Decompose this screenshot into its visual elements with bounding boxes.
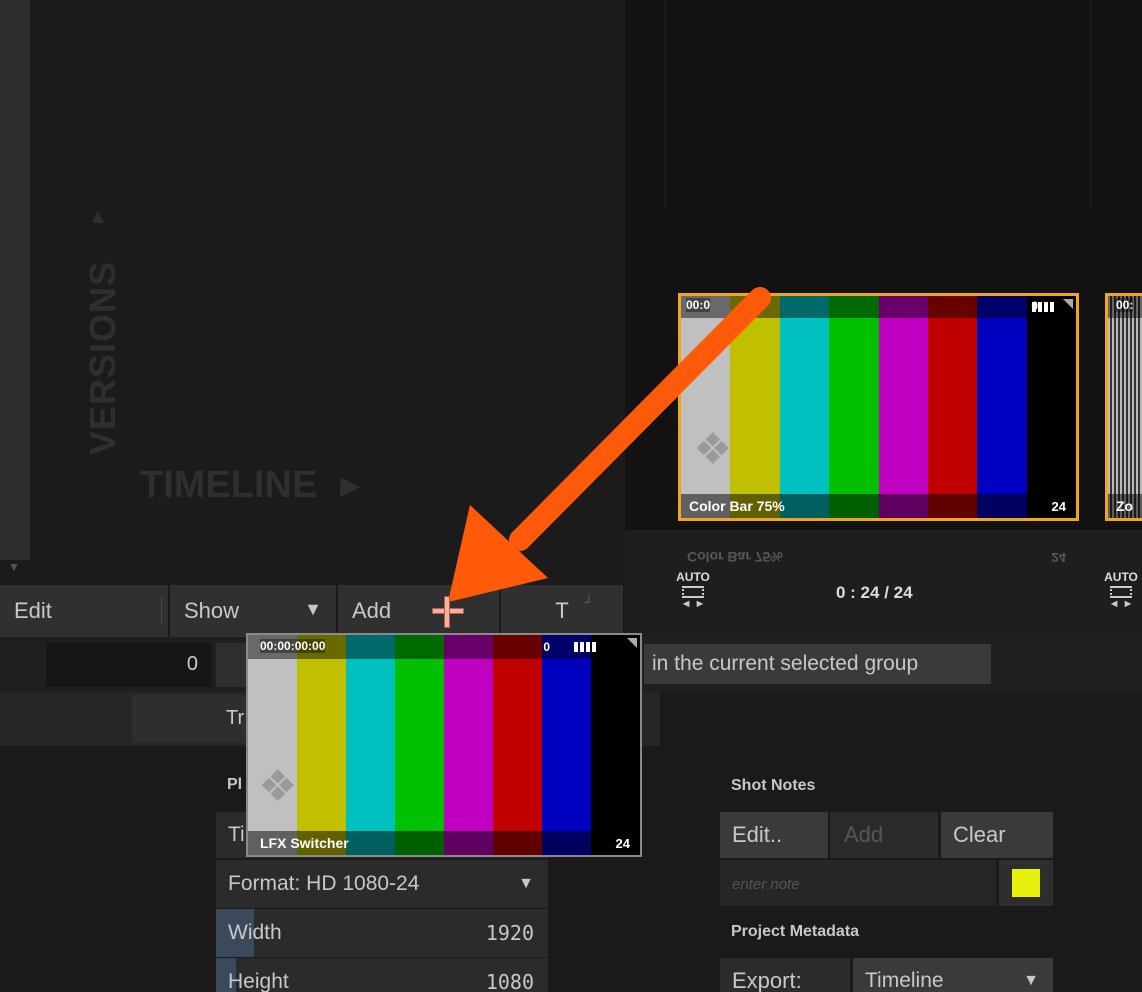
panel-scroll-strip[interactable] xyxy=(0,0,30,560)
clip-reflection: Color Bar 75% 24 xyxy=(681,545,1076,567)
edit-menu-button[interactable]: Edit xyxy=(0,585,170,637)
collapse-arrow-icon[interactable]: ▼ xyxy=(8,560,20,574)
film-icon xyxy=(682,586,704,598)
color-bar xyxy=(730,296,780,518)
film-icon xyxy=(1110,586,1132,598)
show-menu-button[interactable]: Show ▼ xyxy=(170,585,338,637)
width-label: Width xyxy=(228,921,282,944)
frame-counter: 0 : 24 / 24 xyxy=(836,583,913,602)
clip-thumbnail-selected[interactable]: 00:0 0 ❖ Color Bar 75% 24 xyxy=(678,293,1079,521)
move-cursor-icon xyxy=(430,594,466,630)
auto-label: AUTO xyxy=(1104,570,1138,584)
export-select[interactable]: Timeline ▼ xyxy=(853,958,1053,992)
color-bar xyxy=(927,296,978,518)
auto-fit-button[interactable]: AUTO ◄ ► xyxy=(1096,570,1142,610)
toolbar: Edit Show ▼ Add T ┘ xyxy=(0,585,625,637)
export-label: Export: xyxy=(720,958,850,992)
triangle-right-icon: ▶ xyxy=(340,470,360,500)
dragged-clip-thumbnail[interactable]: 00:00:00:00 0 ❖ LFX Switcher 24 xyxy=(246,633,642,857)
color-bar xyxy=(591,635,640,855)
signal-bars-icon xyxy=(574,642,596,652)
add-label: Add xyxy=(352,598,392,623)
note-input[interactable]: enter note xyxy=(720,860,996,906)
color-bars xyxy=(248,635,640,855)
height-value: 1080 xyxy=(485,970,534,992)
auto-fit-button[interactable]: AUTO ◄ ► xyxy=(668,570,718,610)
clip-timecode: 00: xyxy=(1116,298,1134,312)
versions-tab-label[interactable]: VERSIONS xyxy=(82,261,124,455)
clip-frame-count: 24 xyxy=(1051,499,1066,514)
color-bar xyxy=(444,635,493,855)
format-select-label: Format: HD 1080-24 xyxy=(228,872,420,895)
clip-flag: 0 xyxy=(543,640,550,654)
color-bars xyxy=(681,296,1076,518)
clip-name: Zo xyxy=(1116,498,1134,514)
color-bar xyxy=(878,296,928,518)
color-bar xyxy=(1026,296,1076,518)
chevron-down-icon: ▼ xyxy=(518,875,534,892)
clip-timecode: 00:00:00:00 xyxy=(260,639,326,653)
export-select-label: Timeline xyxy=(865,969,944,992)
title-field-label: Ti xyxy=(228,823,245,846)
clip-frame-count: 24 xyxy=(615,836,630,851)
chevron-down-icon: ▼ xyxy=(1023,972,1039,989)
clip-name: Color Bar 75% xyxy=(689,498,785,514)
resize-arrows-icon: ◄ ► xyxy=(1108,598,1134,610)
corner-mark: ┘ xyxy=(584,595,593,609)
group-number-field[interactable]: 0 xyxy=(46,643,212,687)
puzzle-icon: ❖ xyxy=(258,762,298,811)
color-bar xyxy=(346,635,395,855)
width-value: 1920 xyxy=(485,921,534,945)
color-bar xyxy=(829,296,879,518)
auto-label: AUTO xyxy=(676,570,710,584)
versions-panel: ▼ ▲ VERSIONS TIMELINE ▶ xyxy=(0,0,625,585)
add-note-button[interactable]: Add xyxy=(830,812,938,858)
note-color-swatch[interactable] xyxy=(1012,869,1040,897)
color-bar xyxy=(493,635,542,855)
edit-notes-button[interactable]: Edit.. xyxy=(720,812,828,858)
color-bar xyxy=(681,296,731,518)
add-button[interactable]: Add xyxy=(338,585,501,637)
corner-fold-icon xyxy=(627,638,637,648)
t-button[interactable]: T ┘ xyxy=(501,585,625,637)
width-field[interactable]: Width 1920 xyxy=(216,909,548,957)
color-bar xyxy=(395,635,444,855)
chevron-down-icon: ▼ xyxy=(304,599,322,619)
show-menu-label: Show xyxy=(184,598,240,623)
format-select[interactable]: Format: HD 1080-24 ▼ xyxy=(216,860,548,908)
signal-bars-icon xyxy=(1032,302,1054,312)
clip-timecode: 00:0 xyxy=(686,298,711,312)
clip-name: LFX Switcher xyxy=(260,835,349,851)
divider xyxy=(665,0,666,210)
properties-title: Pl xyxy=(227,776,243,793)
divider xyxy=(161,597,162,623)
color-bar xyxy=(297,635,346,855)
divider xyxy=(1090,0,1091,210)
color-bar xyxy=(542,635,591,855)
resize-arrows-icon: ◄ ► xyxy=(680,598,706,610)
clip-reflection-frames: 24 xyxy=(1051,550,1066,565)
edit-menu-label: Edit xyxy=(14,598,52,623)
color-bar xyxy=(977,296,1027,518)
t-label: T xyxy=(555,598,569,623)
height-label: Height xyxy=(228,970,289,992)
height-field[interactable]: Height 1080 xyxy=(216,958,548,992)
triangle-up-icon: ▲ xyxy=(88,206,108,228)
clip-thumbnail[interactable]: 00: Zo xyxy=(1105,293,1142,521)
puzzle-icon: ❖ xyxy=(693,425,733,474)
shot-notes-title: Shot Notes xyxy=(731,777,816,794)
color-bar xyxy=(248,635,297,855)
clip-header xyxy=(681,296,1076,318)
project-metadata-title: Project Metadata xyxy=(731,923,860,940)
corner-fold-icon xyxy=(1063,299,1073,309)
app-window: ▼ ▲ VERSIONS TIMELINE ▶ 00:0 0 ❖ Color B… xyxy=(0,0,1142,992)
group-row-button[interactable] xyxy=(216,643,246,687)
clip-reflection-name: Color Bar 75% xyxy=(687,549,783,565)
clear-notes-button[interactable]: Clear xyxy=(941,812,1053,858)
color-bar xyxy=(779,296,830,518)
group-hint-text: in the current selected group xyxy=(644,644,991,684)
timeline-tab-label[interactable]: TIMELINE xyxy=(140,464,317,507)
